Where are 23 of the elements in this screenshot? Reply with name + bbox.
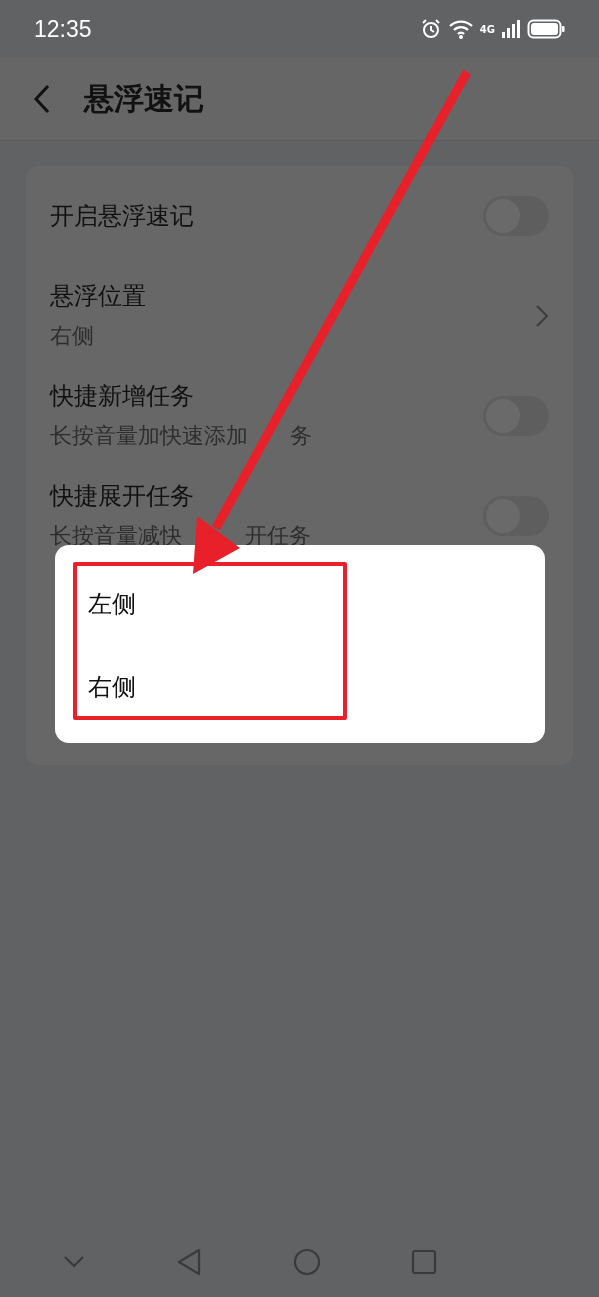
setting-title: 开启悬浮速记 — [50, 201, 194, 232]
setting-subtitle: 务 — [290, 422, 312, 450]
recents-square-icon[interactable] — [411, 1249, 437, 1275]
page-title: 悬浮速记 — [84, 79, 204, 118]
setting-title: 快捷新增任务 — [50, 381, 195, 412]
menu-item[interactable]: 左侧 — [55, 567, 545, 650]
home-circle-icon[interactable] — [292, 1248, 321, 1276]
setting-subtitle: 开任务 — [245, 522, 311, 550]
menu-item[interactable]: 右侧 — [55, 650, 545, 733]
setting-subtitle: 长按音量减快 — [50, 522, 182, 550]
setting-title: 快捷展开任务 — [50, 481, 195, 512]
wifi-icon — [447, 18, 474, 40]
setting-title: 悬浮位置 — [50, 281, 146, 312]
battery-icon — [527, 19, 565, 39]
setting-subtitle: 右侧 — [50, 322, 94, 350]
network-label: 4G — [479, 23, 495, 35]
signal-icon — [501, 19, 521, 39]
setting-subtitle: 长按音量加快速添加 — [50, 422, 248, 450]
chevron-right-icon[interactable] — [535, 304, 549, 328]
chevron-down-icon[interactable] — [62, 1254, 86, 1270]
back-icon[interactable] — [32, 83, 52, 115]
back-triangle-icon[interactable] — [176, 1248, 203, 1276]
status-time: 12:35 — [34, 15, 92, 43]
